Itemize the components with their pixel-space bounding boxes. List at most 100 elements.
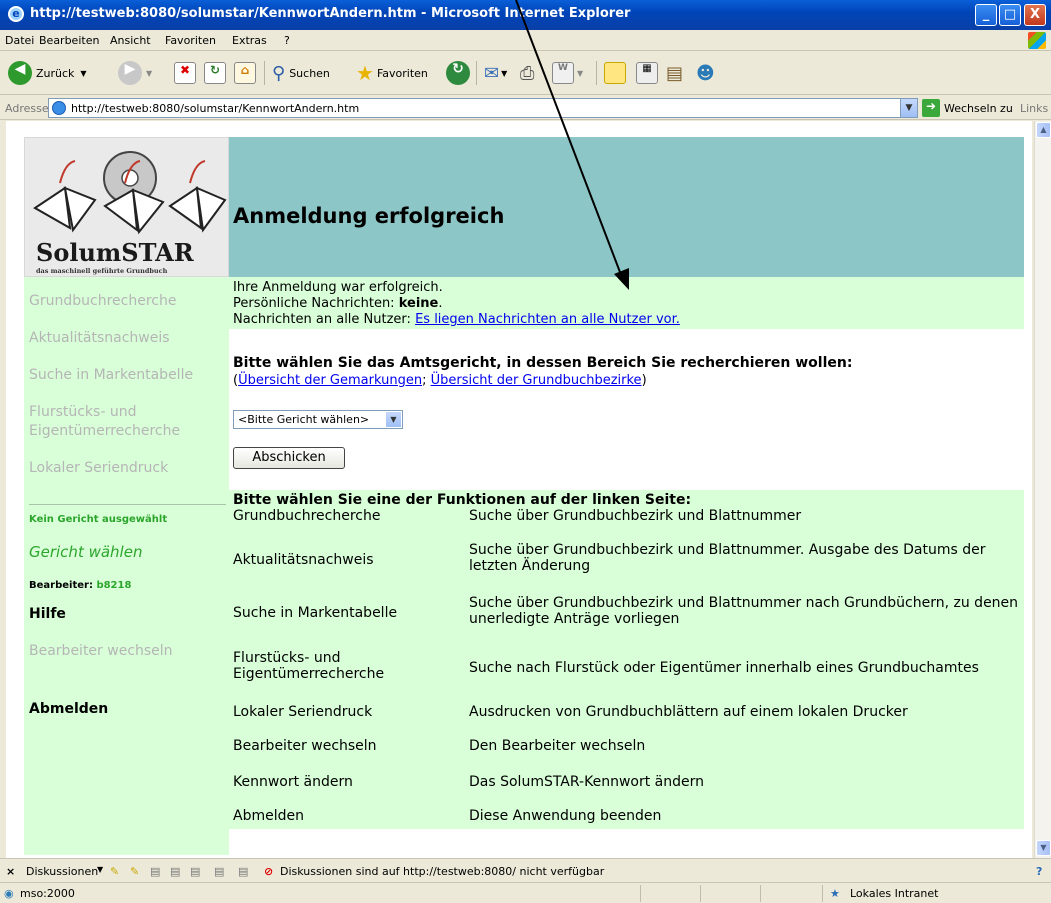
mail-button[interactable]: ✉ ▼ xyxy=(484,59,507,87)
research-button[interactable]: ▤ xyxy=(666,59,683,87)
discussion-icon[interactable]: ▤ xyxy=(214,865,224,878)
star-icon: ★ xyxy=(356,61,374,85)
search-button[interactable]: ⚲ Suchen xyxy=(272,59,330,87)
home-button[interactable]: ⌂ xyxy=(234,59,256,87)
discussion-icon[interactable]: ▤ xyxy=(150,865,160,878)
back-label: Zurück xyxy=(36,66,75,80)
page-header: Anmeldung erfolgreich xyxy=(229,137,1024,277)
note-icon xyxy=(604,62,626,84)
broadcast-messages-link[interactable]: Es liegen Nachrichten an alle Nutzer vor… xyxy=(415,312,680,327)
sidebar-item-abmelden[interactable]: Abmelden xyxy=(29,701,108,717)
page-title: Anmeldung erfolgreich xyxy=(233,204,505,228)
stop-icon: ✖ xyxy=(174,62,196,84)
links-button[interactable]: Links xyxy=(1020,102,1048,115)
forward-button[interactable]: ▶ ▼ xyxy=(118,59,152,87)
menu-bearbeiten[interactable]: Bearbeiten xyxy=(39,34,99,47)
discussion-icon[interactable]: ▤ xyxy=(238,865,248,878)
sidebar-item-flurstuecks[interactable]: Flurstücks- und xyxy=(29,404,136,420)
address-url[interactable]: http://testweb:8080/solumstar/KennwortAn… xyxy=(71,102,359,115)
status-separator xyxy=(760,885,761,902)
grundbuchbezirke-link[interactable]: Übersicht der Grundbuchbezirke xyxy=(431,373,642,388)
discussion-icon[interactable]: ✎ xyxy=(110,865,119,878)
intranet-icon: ★ xyxy=(830,887,840,900)
forward-arrow-icon: ▶ xyxy=(118,61,142,85)
functions-heading: Bitte wählen Sie eine der Funktionen auf… xyxy=(233,492,692,508)
print-button[interactable]: ⎙ xyxy=(520,59,534,87)
main-content: Ihre Anmeldung war erfolgreich. Persönli… xyxy=(229,277,1024,855)
menu-datei[interactable]: Datei xyxy=(5,34,34,47)
discussion-icon[interactable]: ▤ xyxy=(170,865,180,878)
stop-button[interactable]: ✖ xyxy=(174,59,196,87)
scroll-down-icon[interactable]: ▼ xyxy=(1036,840,1051,856)
sidebar-item-aktualitaetsnachweis[interactable]: Aktualitätsnachweis xyxy=(29,330,170,346)
sidebar-item-bearbeiter-wechseln[interactable]: Bearbeiter wechseln xyxy=(29,643,173,659)
back-button[interactable]: ◀ Zurück ▼ xyxy=(8,59,87,87)
maximize-button[interactable]: □ xyxy=(999,4,1021,26)
court-status: Kein Gericht ausgewählt xyxy=(29,514,168,525)
menu-ansicht[interactable]: Ansicht xyxy=(110,34,151,47)
title-bar: e http://testweb:8080/solumstar/Kennwort… xyxy=(0,0,1051,30)
close-button[interactable]: X xyxy=(1024,4,1046,26)
chevron-down-icon[interactable]: ▼ xyxy=(97,865,103,874)
address-input[interactable]: http://testweb:8080/solumstar/KennwortAn… xyxy=(48,98,918,118)
messenger-button[interactable]: ▦ xyxy=(636,59,658,87)
logo-subtitle: das maschinell geführte Grundbuch xyxy=(36,267,168,275)
court-selection-heading: Bitte wählen Sie das Amtsgericht, in des… xyxy=(233,355,853,371)
editor-value: b8218 xyxy=(96,580,132,591)
function-description: Suche über Grundbuchbezirk und Blattnumm… xyxy=(469,508,802,524)
submit-button[interactable]: Abschicken xyxy=(233,447,345,469)
login-success-text: Ihre Anmeldung war erfolgreich. xyxy=(233,280,443,295)
message-box: Ihre Anmeldung war erfolgreich. Persönli… xyxy=(229,277,1024,329)
scroll-up-icon[interactable]: ▲ xyxy=(1036,122,1051,138)
address-dropdown-button[interactable]: ▼ xyxy=(900,99,917,117)
sidebar-divider xyxy=(29,504,226,505)
function-name: Flurstücks- und Eigentümerrecherche xyxy=(233,650,385,682)
address-label: Adresse xyxy=(5,102,49,115)
favorites-button[interactable]: ★ Favoriten xyxy=(356,59,428,87)
function-description: Suche nach Flurstück oder Eigentümer inn… xyxy=(469,660,979,676)
minimize-button[interactable]: _ xyxy=(975,4,997,26)
function-description: Ausdrucken von Grundbuchblättern auf ein… xyxy=(469,704,908,720)
address-bar: Adresse http://testweb:8080/solumstar/Ke… xyxy=(0,96,1051,120)
go-arrow-icon[interactable]: ➜ xyxy=(922,99,940,117)
court-select[interactable]: <Bitte Gericht wählen> ▼ xyxy=(233,410,403,429)
help-icon[interactable]: ? xyxy=(1036,865,1042,878)
function-name: Abmelden xyxy=(233,808,304,824)
sidebar-item-gericht-waehlen[interactable]: Gericht wählen xyxy=(29,543,142,561)
discussion-icon[interactable]: ✎ xyxy=(130,865,139,878)
window-title: http://testweb:8080/solumstar/KennwortAn… xyxy=(30,6,631,21)
menu-extras[interactable]: Extras xyxy=(232,34,267,47)
vertical-scrollbar[interactable]: ▲ ▼ xyxy=(1034,121,1051,858)
chevron-down-icon: ▼ xyxy=(80,68,87,78)
function-description: Suche über Grundbuchbezirk und Blattnumm… xyxy=(469,595,1019,627)
refresh-button[interactable]: ↻ xyxy=(204,59,226,87)
gemarkungen-link[interactable]: Übersicht der Gemarkungen xyxy=(238,373,422,388)
toolbar: ◀ Zurück ▼ ▶ ▼ ✖ ↻ ⌂ ⚲ Suchen ★ Favorite… xyxy=(0,51,1051,95)
discussions-close-button[interactable]: × xyxy=(6,865,15,878)
sidebar-item-grundbuchrecherche[interactable]: Grundbuchrecherche xyxy=(29,293,176,309)
page-viewport: SolumSTAR das maschinell geführte Grundb… xyxy=(6,121,1032,858)
discussions-menu[interactable]: Diskussionen xyxy=(26,865,98,878)
sidebar-item-markentabelle[interactable]: Suche in Markentabelle xyxy=(29,367,193,383)
menu-favoriten[interactable]: Favoriten xyxy=(165,34,216,47)
edit-button[interactable]: W ▼ xyxy=(552,59,583,87)
function-description: Den Bearbeiter wechseln xyxy=(469,738,646,754)
toolbar-separator xyxy=(264,61,265,85)
menu-help[interactable]: ? xyxy=(284,34,290,47)
discuss-button[interactable] xyxy=(604,59,626,87)
unavailable-icon: ⊘ xyxy=(264,865,274,878)
editor-label-text: Bearbeiter: xyxy=(29,580,93,591)
discussions-status: Diskussionen sind auf http://testweb:808… xyxy=(280,865,605,878)
sidebar-item-seriendruck[interactable]: Lokaler Seriendruck xyxy=(29,460,168,476)
chevron-down-icon[interactable]: ▼ xyxy=(386,412,401,427)
discussion-icon[interactable]: ▤ xyxy=(190,865,200,878)
toolbar-separator xyxy=(596,61,597,85)
contacts-button[interactable]: ☻ xyxy=(696,59,715,87)
go-button[interactable]: Wechseln zu xyxy=(944,102,1013,115)
mail-icon: ✉ xyxy=(484,62,500,84)
chevron-down-icon: ▼ xyxy=(577,68,584,78)
history-button[interactable]: ↻ xyxy=(446,59,470,87)
page-icon xyxy=(52,101,66,115)
sidebar-item-eigentuemer[interactable]: Eigentümerrecherche xyxy=(29,423,180,439)
sidebar-item-hilfe[interactable]: Hilfe xyxy=(29,606,66,622)
